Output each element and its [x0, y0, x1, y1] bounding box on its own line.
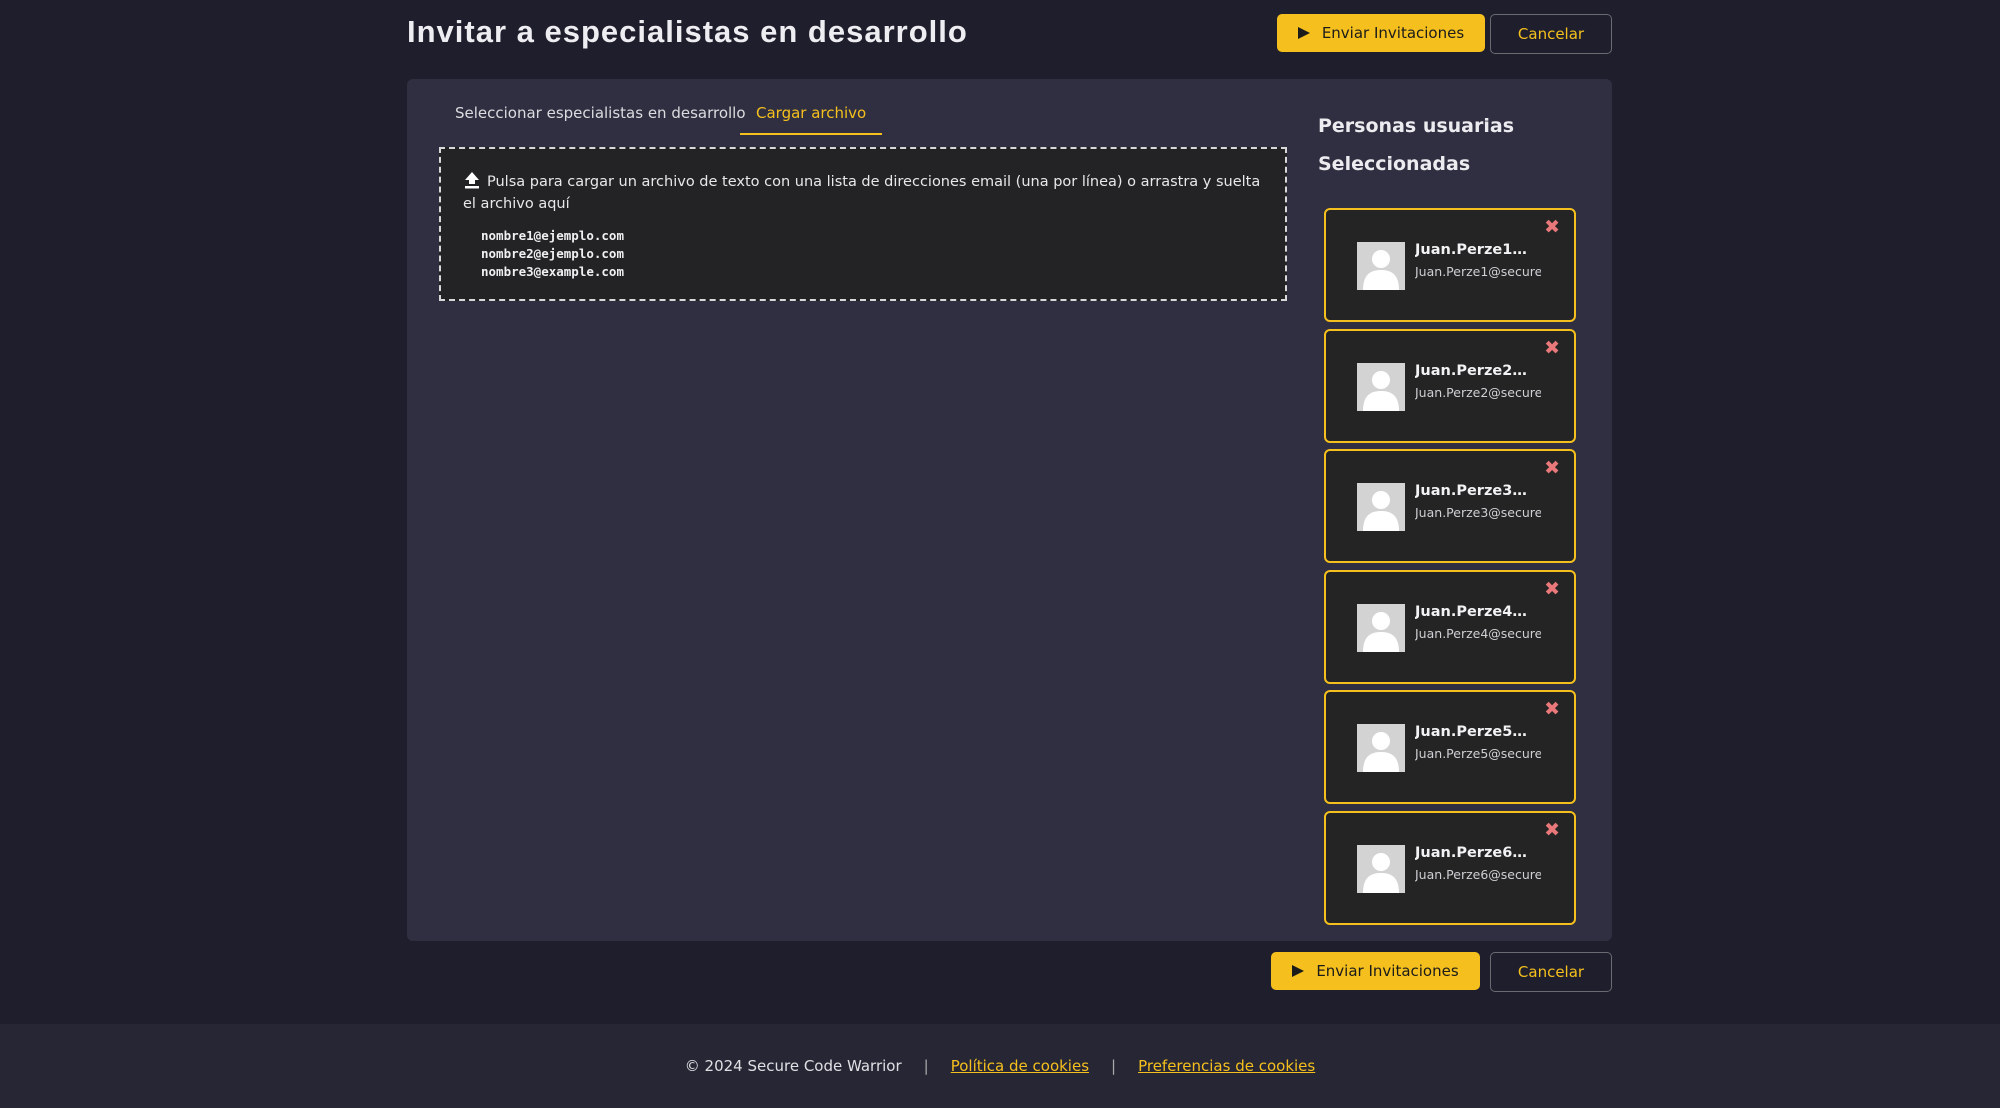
tab-select-developers[interactable]: Seleccionar especialistas en desarrollo [439, 101, 762, 135]
file-dropzone[interactable]: Pulsa para cargar un archivo de texto co… [439, 147, 1287, 301]
invite-panel: Seleccionar especialistas en desarrollo … [407, 79, 1612, 941]
selected-user-card: ✖ Juan.Perze4@securecodewarrior.com Juan… [1324, 569, 1576, 684]
page-title: Invitar a especialistas en desarrollo [407, 14, 968, 49]
cancel-label: Cancelar [1517, 963, 1585, 981]
selected-user-card: ✖ Juan.Perze6@securecodewarrior.com Juan… [1324, 810, 1576, 925]
tab-upload-file[interactable]: Cargar archivo [740, 101, 883, 135]
copyright-text: © 2024 Secure Code Warrior [684, 1057, 902, 1075]
selected-users-list: ✖ Juan.Perze1@securecodewarrior.com Juan… [1324, 208, 1576, 931]
user-name: Juan.Perze4@securecodewarrior.com [1415, 603, 1541, 620]
user-email: Juan.Perze2@securecodewarrior.com [1415, 384, 1541, 400]
cookie-policy-link[interactable]: Política de cookies [951, 1057, 1089, 1075]
footer-separator: | [1111, 1057, 1117, 1075]
selected-user-card: ✖ Juan.Perze1@securecodewarrior.com Juan… [1324, 208, 1576, 322]
send-icon [1292, 965, 1305, 977]
cancel-button-top[interactable]: Cancelar [1490, 14, 1612, 54]
selected-user-card: ✖ Juan.Perze2@securecodewarrior.com Juan… [1324, 328, 1576, 443]
user-avatar-icon [1357, 724, 1405, 772]
close-icon[interactable]: ✖ [1544, 337, 1560, 359]
user-email: Juan.Perze6@securecodewarrior.com [1415, 866, 1541, 882]
selected-users-title: Personas usuarias Seleccionadas [1318, 115, 1515, 175]
close-icon[interactable]: ✖ [1544, 698, 1560, 720]
page-footer: © 2024 Secure Code Warrior | Política de… [0, 1024, 2000, 1108]
example-email: nombre1@ejemplo.com [481, 228, 624, 243]
user-avatar-icon [1357, 844, 1405, 893]
close-icon[interactable]: ✖ [1544, 819, 1560, 841]
user-avatar-icon [1357, 362, 1405, 411]
user-avatar-icon [1357, 242, 1405, 290]
send-invitations-label: Enviar Invitaciones [1316, 962, 1459, 980]
cancel-label: Cancelar [1517, 25, 1585, 43]
close-icon[interactable]: ✖ [1544, 457, 1560, 479]
selected-user-card: ✖ Juan.Perze5@securecodewarrior.com Juan… [1324, 690, 1576, 804]
close-icon[interactable]: ✖ [1544, 216, 1560, 238]
user-email: Juan.Perze3@securecodewarrior.com [1415, 505, 1541, 520]
user-avatar-icon [1357, 603, 1405, 652]
footer-separator: | [923, 1057, 929, 1075]
cancel-button-bottom[interactable]: Cancelar [1490, 952, 1612, 992]
example-email: nombre2@ejemplo.com [481, 246, 624, 261]
send-invitations-label: Enviar Invitaciones [1321, 24, 1465, 42]
user-name: Juan.Perze6@securecodewarrior.com [1415, 844, 1541, 861]
user-email: Juan.Perze5@securecodewarrior.com [1415, 746, 1541, 761]
user-name: Juan.Perze2@securecodewarrior.com [1415, 362, 1541, 379]
send-invitations-button-top[interactable]: Enviar Invitaciones [1277, 14, 1485, 52]
user-email: Juan.Perze4@securecodewarrior.com [1415, 625, 1541, 641]
user-email: Juan.Perze1@securecodewarrior.com [1415, 264, 1541, 279]
user-name: Juan.Perze3@securecodewarrior.com [1415, 483, 1541, 499]
selected-user-card: ✖ Juan.Perze3@securecodewarrior.com Juan… [1324, 449, 1576, 563]
user-avatar-icon [1357, 483, 1405, 531]
send-invitations-button-bottom[interactable]: Enviar Invitaciones [1271, 952, 1480, 990]
close-icon[interactable]: ✖ [1544, 578, 1560, 600]
dropzone-examples: nombre1@ejemplo.com nombre2@ejemplo.com … [481, 227, 624, 281]
user-name: Juan.Perze1@securecodewarrior.com [1415, 242, 1541, 258]
send-icon [1297, 27, 1310, 39]
dropzone-instruction: Pulsa para cargar un archivo de texto co… [463, 171, 1263, 215]
cookie-preferences-link[interactable]: Preferencias de cookies [1138, 1057, 1315, 1075]
user-name: Juan.Perze5@securecodewarrior.com [1415, 724, 1541, 740]
dropzone-instruction-text: Pulsa para cargar un archivo de texto co… [463, 174, 1261, 212]
example-email: nombre3@example.com [481, 264, 624, 279]
upload-icon [465, 172, 479, 189]
